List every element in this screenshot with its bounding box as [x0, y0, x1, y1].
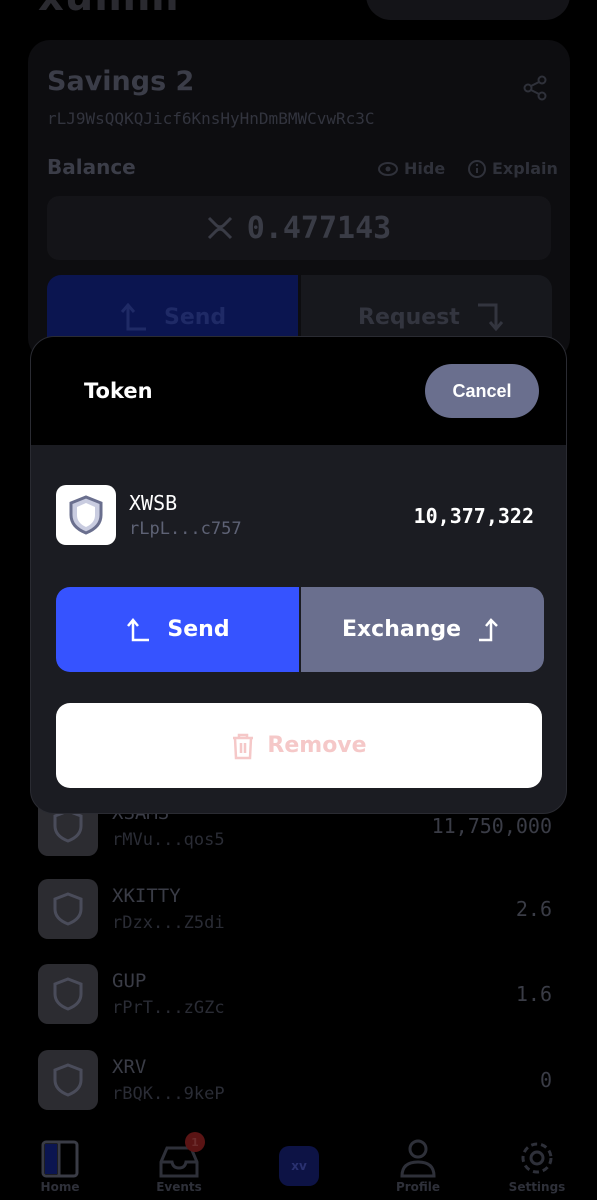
account-name: Savings 2	[47, 66, 195, 97]
app-logo: xumm	[38, 0, 180, 20]
events-badge: 1	[185, 1132, 205, 1152]
gear-icon	[521, 1142, 553, 1174]
balance-label: Balance	[47, 155, 136, 179]
profile-icon	[400, 1139, 436, 1178]
remove-button[interactable]: Remove	[56, 703, 542, 788]
shield-icon	[53, 892, 83, 926]
tab-events[interactable]: Events 1	[139, 1132, 219, 1194]
token-row[interactable]: GUP rPrT...zGZc 1.6	[38, 964, 558, 1024]
send-button[interactable]: Send	[56, 587, 299, 672]
token-icon	[56, 485, 116, 545]
token-name: XRV	[112, 1056, 147, 1078]
eye-icon	[378, 161, 398, 176]
balance-value: 0.477143	[246, 210, 392, 246]
token-issuer: rBQK...9keP	[112, 1084, 225, 1104]
token-icon	[38, 879, 98, 939]
token-amount: 1.6	[515, 982, 552, 1006]
token-amount: 2.6	[515, 897, 552, 921]
token-modal: Token Cancel XWSB rLpL...c757 10,377,322…	[30, 336, 567, 814]
tab-home[interactable]: Home	[20, 1136, 100, 1194]
arrow-down-icon	[477, 303, 503, 332]
account-address: rLJ9WsQQKQJicf6KnsHyHnDmBMWCvwRc3C	[47, 109, 375, 128]
account-request-label: Request	[358, 302, 506, 332]
exchange-arrow-icon	[479, 617, 498, 641]
shield-icon	[53, 1063, 83, 1097]
hide-label: Hide	[404, 159, 446, 178]
token-issuer: rDzx...Z5di	[112, 913, 225, 933]
arrow-up-icon	[127, 617, 150, 641]
home-icon	[41, 1140, 79, 1178]
token-issuer: rMVu...qos5	[112, 830, 225, 850]
token-name: XKITTY	[112, 885, 181, 907]
cancel-button[interactable]: Cancel	[425, 364, 539, 418]
tab-settings[interactable]: Settings	[497, 1136, 577, 1194]
remove-label: Remove	[267, 733, 367, 758]
shield-icon	[69, 495, 103, 535]
trash-icon	[233, 733, 254, 759]
token-amount: 0	[539, 1068, 552, 1092]
arrow-up-icon	[120, 302, 146, 331]
account-send-label: Send	[118, 302, 226, 332]
switch-account-button[interactable]	[366, 0, 570, 20]
token-name: GUP	[112, 970, 147, 992]
exchange-button[interactable]: Exchange	[301, 587, 544, 672]
share-icon[interactable]	[522, 74, 550, 102]
token-amount: 11,750,000	[431, 814, 552, 838]
token-row[interactable]: XKITTY rDzx...Z5di 2.6	[38, 879, 558, 939]
send-label: Send	[167, 617, 230, 642]
token-issuer: rLpL...c757	[129, 519, 242, 539]
token-icon	[38, 1050, 98, 1110]
modal-header: Token Cancel	[31, 337, 566, 445]
xrp-icon	[207, 216, 232, 240]
token-icon	[38, 964, 98, 1024]
exchange-label: Exchange	[341, 617, 462, 642]
explain-button[interactable]: Explain	[468, 159, 558, 178]
token-amount: 10,377,322	[413, 504, 534, 528]
token-issuer: rPrT...zGZc	[112, 998, 225, 1018]
modal-title: Token	[84, 379, 153, 403]
info-icon	[468, 159, 486, 178]
tab-profile[interactable]: Profile	[378, 1136, 458, 1194]
scan-qr-button[interactable]: xv	[279, 1146, 319, 1186]
hide-balance-button[interactable]: Hide	[378, 159, 445, 178]
shield-icon	[53, 977, 83, 1011]
explain-label: Explain	[492, 159, 558, 178]
token-name: XWSB	[129, 491, 178, 515]
token-row[interactable]: XRV rBQK...9keP 0	[38, 1050, 558, 1110]
balance-box: 0.477143	[47, 196, 551, 260]
